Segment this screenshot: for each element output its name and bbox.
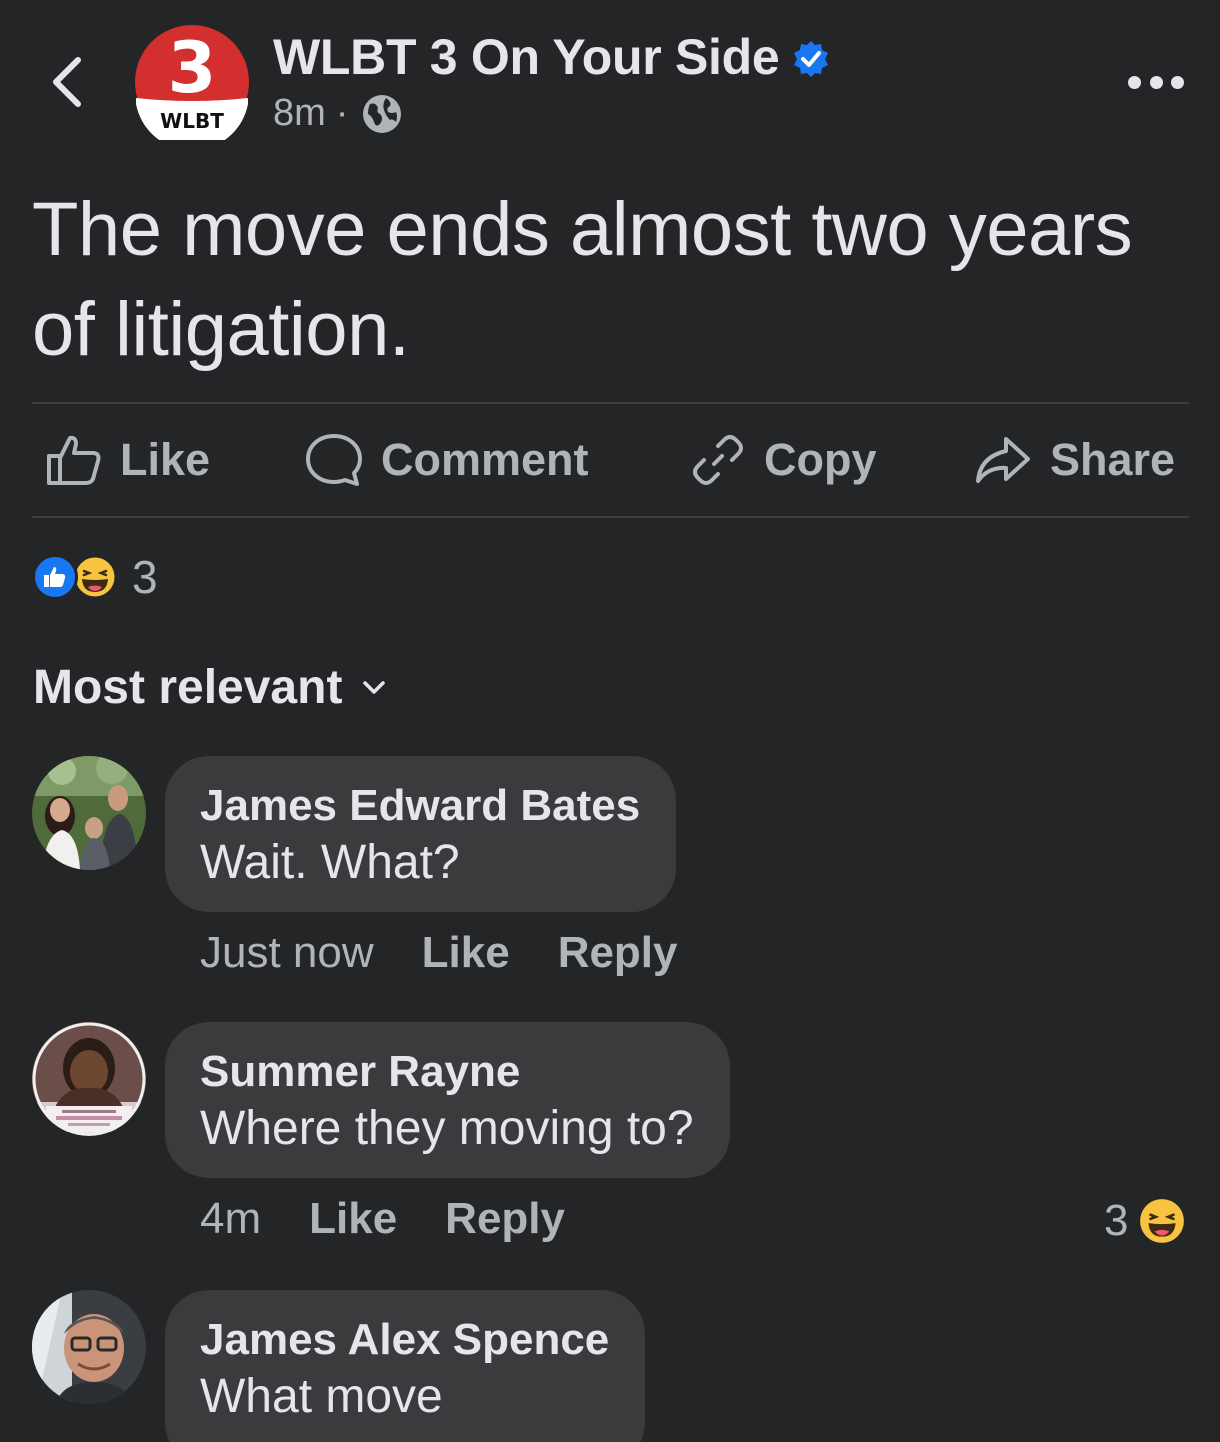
comment-reaction-summary[interactable]: 3: [1104, 1196, 1186, 1246]
like-label: Like: [120, 434, 211, 485]
comment-meta: 4m Like Reply: [200, 1194, 565, 1244]
comment-bubble: James Edward Bates Wait. What?: [165, 756, 677, 912]
share-button[interactable]: Share: [974, 428, 1175, 492]
more-dot: [1149, 75, 1163, 89]
haha-reaction-icon: [1140, 1199, 1185, 1243]
divider: [32, 516, 1189, 518]
commenter-name[interactable]: Summer Rayne: [200, 1044, 694, 1100]
wlbt-logo: 3 WLBT: [135, 25, 249, 151]
comment-label: Comment: [381, 434, 589, 485]
avatar-photo: [32, 1290, 146, 1404]
commenter-name[interactable]: James Alex Spence: [200, 1312, 609, 1368]
comment-like-button[interactable]: Like: [309, 1194, 397, 1244]
copy-button[interactable]: Copy: [690, 428, 877, 492]
comment-like-button[interactable]: Like: [422, 928, 510, 978]
svg-text:WLBT: WLBT: [160, 109, 224, 133]
post-text: The move ends almost two years of litiga…: [32, 187, 1133, 372]
chevron-down-icon: [363, 680, 386, 694]
avatar-photo: [32, 1022, 146, 1136]
haha-reaction-icon: [72, 554, 118, 600]
reaction-summary[interactable]: 3: [32, 550, 158, 604]
avatar-photo: [32, 756, 146, 870]
post-timestamp: 8m ·: [273, 92, 402, 135]
commenter-name[interactable]: James Edward Bates: [200, 778, 640, 834]
commenter-avatar[interactable]: [32, 756, 146, 870]
back-button[interactable]: [38, 52, 94, 112]
comment-button[interactable]: Comment: [305, 428, 589, 492]
page-avatar[interactable]: 3 WLBT: [134, 24, 250, 151]
sort-label: Most relevant: [33, 661, 343, 714]
comment-text: Wait. What?: [200, 836, 460, 889]
like-reaction-icon: [32, 554, 78, 600]
share-label: Share: [1050, 434, 1176, 485]
comment-icon: [306, 434, 362, 486]
comment-bubble: James Alex Spence What move: [165, 1290, 646, 1442]
comment-text: What move: [200, 1370, 443, 1423]
thumbs-up-icon: [47, 435, 101, 485]
comment-time: 4m: [200, 1194, 262, 1243]
reaction-count: 3: [132, 551, 158, 603]
time-text: 8m: [273, 92, 326, 134]
share-icon: [976, 437, 1030, 483]
svg-text:3: 3: [168, 27, 217, 109]
comment-sort-dropdown[interactable]: Most relevant: [33, 660, 386, 715]
verified-badge-icon: [794, 41, 828, 77]
chevron-left-icon: [53, 57, 81, 107]
divider: [32, 402, 1189, 404]
comment-reply-button[interactable]: Reply: [558, 928, 678, 978]
comment-reaction-count: 3: [1104, 1196, 1129, 1245]
more-options-button[interactable]: [1128, 68, 1184, 96]
comment-reply-button[interactable]: Reply: [445, 1194, 565, 1244]
separator-dot: ·: [335, 92, 349, 134]
commenter-avatar[interactable]: [32, 1022, 146, 1136]
more-dot: [1128, 75, 1141, 89]
like-button[interactable]: Like: [46, 428, 210, 492]
page-name[interactable]: WLBT 3 On Your Side: [273, 28, 780, 86]
commenter-avatar[interactable]: [32, 1290, 146, 1404]
globe-icon: [363, 94, 402, 133]
comment-time: Just now: [200, 928, 374, 977]
comment-meta: Just now Like Reply: [200, 928, 678, 978]
post-view: 3 WLBT WLBT 3 On Your Side 8m · The move…: [0, 0, 1220, 1442]
link-icon: [693, 435, 743, 485]
comment-bubble: Summer Rayne Where they moving to?: [165, 1022, 730, 1178]
comment-text: Where they moving to?: [200, 1102, 694, 1155]
more-dot: [1171, 75, 1184, 89]
copy-label: Copy: [764, 434, 877, 485]
